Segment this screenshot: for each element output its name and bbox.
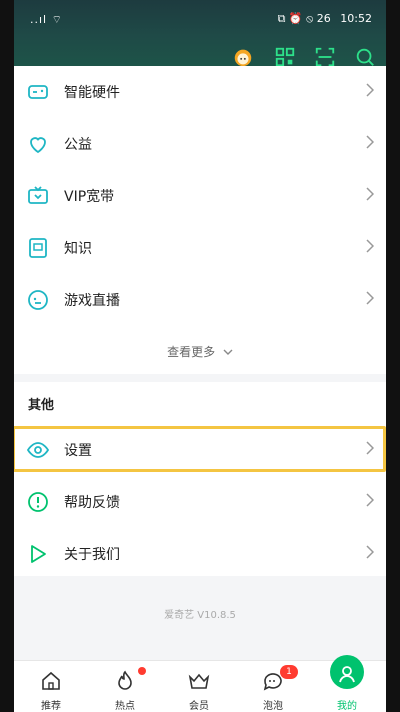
unread-badge: 1	[280, 665, 298, 679]
section-title: 其他	[28, 398, 55, 413]
chat-smile-icon	[28, 290, 48, 310]
list-item-knowledge[interactable]: 知识	[14, 222, 386, 274]
scan-icon[interactable]	[314, 46, 336, 68]
tab-label: 会员	[189, 701, 209, 712]
book-icon	[29, 238, 47, 258]
chevron-right-icon	[366, 545, 374, 559]
search-icon[interactable]	[354, 46, 376, 68]
status-bar: ..ıl ⌔ ⧉ ⏰ ⦸ 26 10:52	[14, 0, 386, 36]
list-item-label: 关于我们	[64, 547, 120, 563]
tab-vip[interactable]: 会员	[162, 661, 236, 712]
list-item-help-feedback[interactable]: 帮助反馈	[14, 476, 386, 528]
feature-list: 智能硬件 公益 VIP宽带 知识 游戏直播 查看更多	[14, 66, 386, 374]
home-icon	[42, 671, 60, 690]
app-version: 爱奇艺 V10.8.5	[164, 610, 236, 621]
avatar-icon[interactable]	[232, 46, 254, 68]
tab-bubble[interactable]: 1 泡泡	[236, 661, 310, 712]
list-item-label: 智能硬件	[64, 85, 120, 101]
see-more-label: 查看更多	[167, 345, 216, 359]
list-item-game-live[interactable]: 游戏直播	[14, 274, 386, 326]
tab-hot[interactable]: 热点	[88, 661, 162, 712]
list-item-charity[interactable]: 公益	[14, 118, 386, 170]
game-controller-icon	[28, 85, 48, 99]
status-icons: ⧉ ⏰ ⦸ 26 10:52	[278, 12, 372, 26]
chevron-down-icon	[223, 349, 233, 355]
list-item-label: 游戏直播	[64, 293, 120, 309]
status-time: 10:52	[340, 12, 372, 25]
chevron-right-icon	[366, 83, 374, 97]
list-item-label: 帮助反馈	[64, 495, 120, 511]
list-item-smart-hardware[interactable]: 智能硬件	[14, 66, 386, 118]
see-more-button[interactable]: 查看更多	[14, 332, 386, 372]
tab-recommend[interactable]: 推荐	[14, 661, 88, 712]
signal-wifi-indicator: ..ıl ⌔	[30, 13, 63, 26]
chevron-right-icon	[366, 291, 374, 305]
list-item-vip-broadband[interactable]: VIP宽带	[14, 170, 386, 222]
chevron-right-icon	[366, 493, 374, 507]
flame-icon	[118, 670, 132, 690]
tv-icon	[28, 186, 48, 204]
chevron-right-icon	[366, 135, 374, 149]
tab-label: 泡泡	[263, 701, 283, 712]
user-icon	[339, 666, 355, 683]
chevron-right-icon	[366, 239, 374, 253]
tab-label: 推荐	[41, 701, 61, 712]
tab-label: 热点	[115, 701, 135, 712]
list-item-label: 公益	[64, 137, 92, 153]
app-screen: ..ıl ⌔ ⧉ ⏰ ⦸ 26 10:52 智能硬件 公益 VIP宽带 知识 游…	[14, 0, 386, 712]
qr-code-icon[interactable]	[274, 46, 296, 68]
list-item-label: 知识	[64, 241, 92, 257]
tab-label: 我的	[337, 701, 357, 712]
settings-highlight-frame	[14, 426, 386, 472]
bottom-tab-bar: 推荐 热点 会员 1 泡泡 我的	[14, 655, 386, 712]
list-item-about-us[interactable]: 关于我们	[14, 528, 386, 580]
tab-mine[interactable]: 我的	[310, 655, 384, 712]
notification-dot	[138, 667, 146, 675]
alert-icon	[28, 492, 48, 512]
status-icon-group: ⧉ ⏰ ⦸ 26	[277, 12, 331, 25]
play-icon	[31, 545, 46, 563]
crown-icon	[188, 673, 210, 689]
chevron-right-icon	[366, 187, 374, 201]
list-item-label: VIP宽带	[64, 189, 115, 205]
other-section: 其他 设置 帮助反馈 关于我们	[14, 382, 386, 576]
heart-icon	[30, 137, 46, 154]
